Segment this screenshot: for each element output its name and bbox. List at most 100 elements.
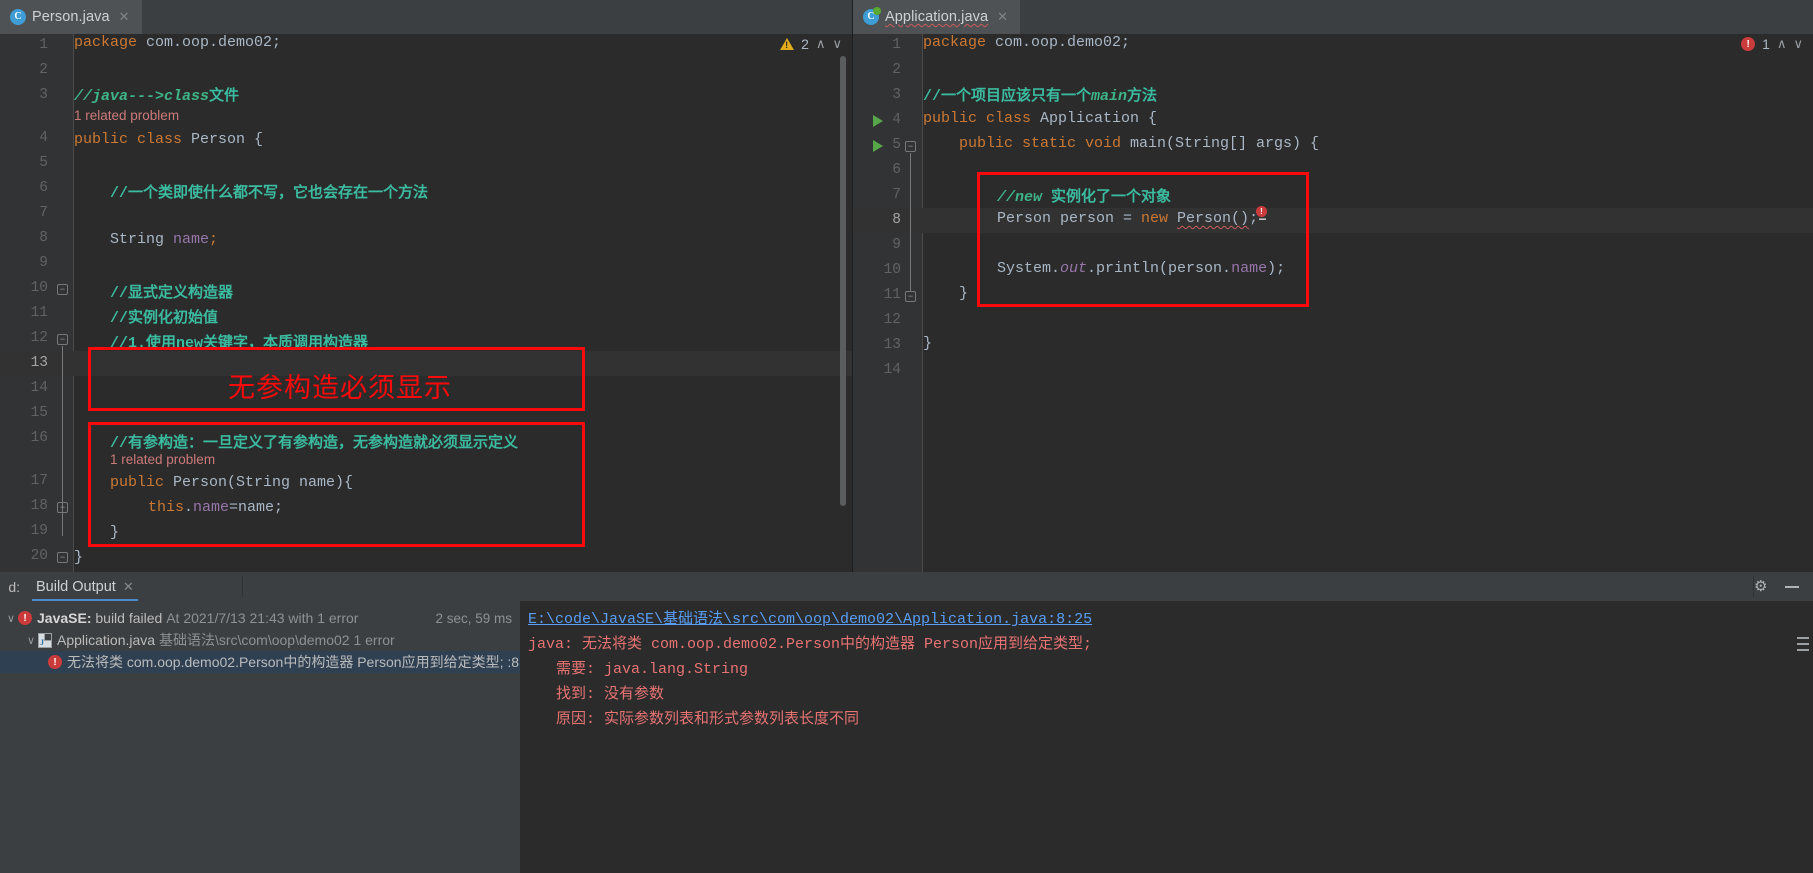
intention-bulb-icon[interactable]: ! (1256, 206, 1269, 221)
close-icon[interactable]: ✕ (123, 579, 134, 595)
ide-window: C Person.java ✕ 2 ∧ ∨ 1 2 (0, 0, 1813, 873)
line-number: 12 (30, 330, 48, 346)
line-number: 13 (30, 355, 48, 371)
line-number: 18 (30, 498, 48, 514)
line-number: 5 (39, 155, 48, 171)
line-number: 11 (30, 305, 48, 321)
tab-person-java[interactable]: C Person.java ✕ (0, 0, 142, 34)
code-area-left[interactable]: 1 2 3 4 5 6 7 8 9 10 11 12 13 14 15 16 1 (0, 34, 852, 572)
toolwindow-actions: ⚙ (1754, 572, 1813, 601)
line-number: 6 (892, 162, 901, 178)
inspection-widget-left[interactable]: 2 ∧ ∨ (780, 36, 842, 52)
line-number: 9 (39, 255, 48, 271)
close-icon[interactable]: ✕ (119, 9, 130, 25)
editor-scrollbar-left[interactable] (840, 56, 846, 506)
error-icon: ! (18, 611, 32, 625)
prev-problem-icon[interactable]: ∧ (1777, 36, 1787, 52)
chevron-down-icon[interactable]: ∨ (4, 612, 18, 625)
build-timestamp: At 2021/7/13 21:43 with 1 error (166, 610, 359, 626)
fold-region-line (910, 153, 911, 291)
line-number: 4 (39, 130, 48, 146)
build-toolwindow-header: d: Build Output ✕ ⚙ (0, 572, 1813, 601)
tab-application-java[interactable]: C Application.java ✕ (853, 0, 1021, 34)
table-row[interactable]: ! 无法将类 com.oop.demo02.Person中的构造器 Person… (0, 651, 520, 673)
line-number: 3 (39, 87, 48, 103)
message-row: 找到: 没有参数 (556, 686, 665, 703)
line-number: 10 (883, 262, 901, 278)
editor-pane-right: C Application.java ✕ ! 1 ∧ ∨ 1 2 3 4 5 6… (853, 0, 1813, 572)
line-number: 14 (883, 362, 901, 378)
fold-marker[interactable]: − (57, 334, 68, 345)
error-file-link[interactable]: E:\code\JavaSE\基础语法\src\com\oop\demo02\A… (528, 611, 1092, 628)
tab-label: Build Output (36, 578, 116, 595)
error-icon: ! (48, 655, 62, 669)
related-problem-hint[interactable]: 1 related problem (110, 452, 215, 467)
table-row[interactable]: ∨ ! JavaSE: build failed At 2021/7/13 21… (0, 607, 520, 629)
build-tree-pane[interactable]: ∨ ! JavaSE: build failed At 2021/7/13 21… (0, 601, 520, 873)
file-name: Application.java (57, 632, 156, 648)
run-method-icon[interactable] (873, 140, 883, 152)
editor-pane-left: C Person.java ✕ 2 ∧ ∨ 1 2 (0, 0, 853, 572)
build-message-pane[interactable]: E:\code\JavaSE\基础语法\src\com\oop\demo02\A… (520, 601, 1813, 873)
line-number: 1 (892, 37, 901, 53)
fold-marker[interactable]: − (57, 552, 68, 563)
minimize-icon[interactable] (1785, 585, 1799, 588)
build-status-title: JavaSE: (37, 610, 92, 626)
fold-marker[interactable]: − (905, 291, 916, 302)
message-scroll-indicator[interactable] (1797, 637, 1809, 663)
next-problem-icon[interactable]: ∨ (832, 36, 842, 52)
annotation-text-no-arg-constructor: 无参构造必须显示 (228, 373, 452, 403)
code-text-left[interactable]: package com.oop.demo02; //java--->class文… (74, 34, 852, 572)
line-number: 9 (892, 237, 901, 253)
line-number: 12 (883, 312, 901, 328)
build-duration: 2 sec, 59 ms (435, 610, 512, 626)
build-tool-window: d: Build Output ✕ ⚙ ∨ ! JavaSE: build fa… (0, 572, 1813, 873)
line-number: 14 (30, 380, 48, 396)
message-row: 需要: java.lang.String (556, 661, 749, 678)
message-row: E:\code\JavaSE\基础语法\src\com\oop\demo02\A… (528, 607, 1813, 632)
next-problem-icon[interactable]: ∨ (1793, 36, 1803, 52)
java-file-icon (38, 632, 52, 648)
line-number: 20 (30, 548, 48, 564)
line-number: 17 (30, 473, 48, 489)
java-class-run-icon: C (863, 7, 881, 25)
header-spacer (243, 572, 1753, 601)
error-icon: ! (1741, 37, 1756, 51)
line-number: 6 (39, 180, 48, 196)
build-status: build failed (95, 610, 163, 626)
fold-marker[interactable]: − (57, 284, 68, 295)
related-problem-hint[interactable]: 1 related problem (74, 108, 179, 123)
toolwindow-prefix-label: d: (8, 578, 20, 595)
run-class-icon[interactable] (873, 115, 883, 127)
line-number: 7 (892, 187, 901, 203)
build-tree: ∨ ! JavaSE: build failed At 2021/7/13 21… (0, 601, 520, 873)
tabstrip-left: C Person.java ✕ (0, 0, 852, 34)
warning-count: 2 (801, 36, 809, 52)
tab-label: Application.java (885, 9, 989, 25)
line-number: 7 (39, 205, 48, 221)
error-message: 无法将类 com.oop.demo02.Person中的构造器 Person应用… (67, 654, 520, 670)
line-number: 15 (30, 405, 48, 421)
fold-marker[interactable]: − (905, 141, 916, 152)
line-number: 1 (39, 37, 48, 53)
prev-problem-icon[interactable]: ∧ (816, 36, 826, 52)
line-number: 16 (30, 430, 48, 446)
chevron-down-icon[interactable]: ∨ (24, 634, 38, 647)
tab-build-output[interactable]: Build Output ✕ (24, 572, 146, 601)
line-number: 8 (892, 212, 901, 228)
gear-icon[interactable]: ⚙ (1754, 579, 1769, 594)
line-number: 8 (39, 230, 48, 246)
tab-label: Person.java (32, 9, 110, 25)
code-text-right[interactable]: package com.oop.demo02; //一个项目应该只有一个main… (923, 34, 1813, 572)
editor-split: C Person.java ✕ 2 ∧ ∨ 1 2 (0, 0, 1813, 572)
close-icon[interactable]: ✕ (997, 9, 1008, 25)
line-number: 2 (39, 62, 48, 78)
message-row: java: 无法将类 com.oop.demo02.Person中的构造器 Pe… (528, 636, 1093, 653)
inspection-widget-right[interactable]: ! 1 ∧ ∨ (1741, 36, 1803, 52)
table-row[interactable]: ∨ Application.java 基础语法\src\com\oop\demo… (0, 629, 520, 651)
fold-marker[interactable]: − (57, 502, 68, 513)
warning-icon (780, 38, 795, 50)
message-row: 原因: 实际参数列表和形式参数列表长度不同 (556, 711, 860, 728)
line-number: 13 (883, 337, 901, 353)
code-area-right[interactable]: 1 2 3 4 5 6 7 8 9 10 11 12 13 14 − − pac… (853, 34, 1813, 572)
